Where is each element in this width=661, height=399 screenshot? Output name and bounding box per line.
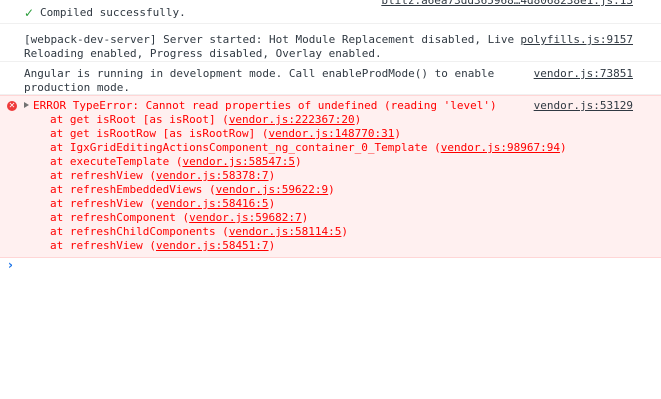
check-icon: ✓ xyxy=(24,6,35,20)
stack-frame: at refreshComponent (vendor.js:59682:7) xyxy=(0,211,661,225)
stack-frame-text: at refreshView ( xyxy=(50,169,156,182)
stack-frame: at refreshChildComponents (vendor.js:581… xyxy=(0,225,661,239)
console-message-angular: vendor.js:73851 Angular is running in de… xyxy=(0,62,661,95)
stack-frame-source-link[interactable]: vendor.js:58547:5 xyxy=(182,155,295,168)
stack-frame-source-link[interactable]: vendor.js:58378:7 xyxy=(156,169,269,182)
source-link-compiled[interactable]: blitz.a6ea73dd365968…4d8068238e1.js:13 xyxy=(381,0,633,8)
stack-frame-close-paren: ) xyxy=(268,197,276,210)
error-message-text: ERROR TypeError: Cannot read properties … xyxy=(33,99,497,112)
console-message-compiled: blitz.a6ea73dd365968…4d8068238e1.js:13 ✓… xyxy=(0,0,661,24)
stack-frame: at refreshEmbeddedViews (vendor.js:59622… xyxy=(0,183,661,197)
stack-frame: at IgxGridEditingActionsComponent_ng_con… xyxy=(0,141,661,155)
stack-frame-close-paren: ) xyxy=(341,225,349,238)
stack-frame-source-link[interactable]: vendor.js:222367:20 xyxy=(229,113,355,126)
stack-frame-text: at refreshView ( xyxy=(50,239,156,252)
stack-frame-text: at refreshEmbeddedViews ( xyxy=(50,183,216,196)
stack-frame: at executeTemplate (vendor.js:58547:5) xyxy=(0,155,661,169)
stack-frame-source-link[interactable]: vendor.js:148770:31 xyxy=(269,127,395,140)
stack-frame: at get isRoot [as isRoot] (vendor.js:222… xyxy=(0,113,661,127)
console-message-error: ✕ vendor.js:53129 ERROR TypeError: Canno… xyxy=(0,95,661,258)
expand-arrow-icon[interactable] xyxy=(24,102,29,108)
stack-frame: at refreshView (vendor.js:58416:5) xyxy=(0,197,661,211)
stack-frame-source-link[interactable]: vendor.js:58114:5 xyxy=(229,225,342,238)
stack-frame-text: at refreshView ( xyxy=(50,197,156,210)
stack-frame-text: at get isRoot [as isRoot] ( xyxy=(50,113,229,126)
prompt-chevron-icon: › xyxy=(8,258,13,272)
stack-frame: at refreshView (vendor.js:58378:7) xyxy=(0,169,661,183)
stack-frame-close-paren: ) xyxy=(394,127,402,140)
error-stack-trace: at get isRoot [as isRoot] (vendor.js:222… xyxy=(0,113,661,253)
stack-frame-source-link[interactable]: vendor.js:58451:7 xyxy=(156,239,269,252)
stack-frame-source-link[interactable]: vendor.js:58416:5 xyxy=(156,197,269,210)
stack-frame-text: at refreshComponent ( xyxy=(50,211,190,224)
stack-frame-close-paren: ) xyxy=(354,113,362,126)
source-link-webpack[interactable]: polyfills.js:9157 xyxy=(520,33,633,47)
stack-frame-close-paren: ) xyxy=(268,239,276,252)
message-text-compiled: Compiled successfully. xyxy=(40,6,186,19)
stack-frame: at get isRootRow [as isRootRow] (vendor.… xyxy=(0,127,661,141)
stack-frame-source-link[interactable]: vendor.js:98967:94 xyxy=(441,141,560,154)
console-panel: blitz.a6ea73dd365968…4d8068238e1.js:13 ✓… xyxy=(0,0,661,399)
stack-frame-close-paren: ) xyxy=(295,155,302,168)
console-prompt[interactable]: › xyxy=(0,258,661,280)
error-header[interactable]: ERROR TypeError: Cannot read properties … xyxy=(0,99,661,113)
stack-frame-text: at executeTemplate ( xyxy=(50,155,183,168)
stack-frame-close-paren: ) xyxy=(328,183,335,196)
stack-frame-source-link[interactable]: vendor.js:59622:9 xyxy=(216,183,329,196)
stack-frame-close-paren: ) xyxy=(559,141,567,154)
stack-frame-close-paren: ) xyxy=(301,211,309,224)
stack-frame: at refreshView (vendor.js:58451:7) xyxy=(0,239,661,253)
stack-frame-text: at IgxGridEditingActionsComponent_ng_con… xyxy=(50,141,441,154)
stack-frame-text: at refreshChildComponents ( xyxy=(50,225,229,238)
console-message-webpack: polyfills.js:9157 [webpack-dev-server] S… xyxy=(0,28,661,62)
stack-frame-close-paren: ) xyxy=(268,169,276,182)
source-link-angular[interactable]: vendor.js:73851 xyxy=(534,67,633,81)
stack-frame-text: at get isRootRow [as isRootRow] ( xyxy=(50,127,269,140)
stack-frame-source-link[interactable]: vendor.js:59682:7 xyxy=(189,211,302,224)
